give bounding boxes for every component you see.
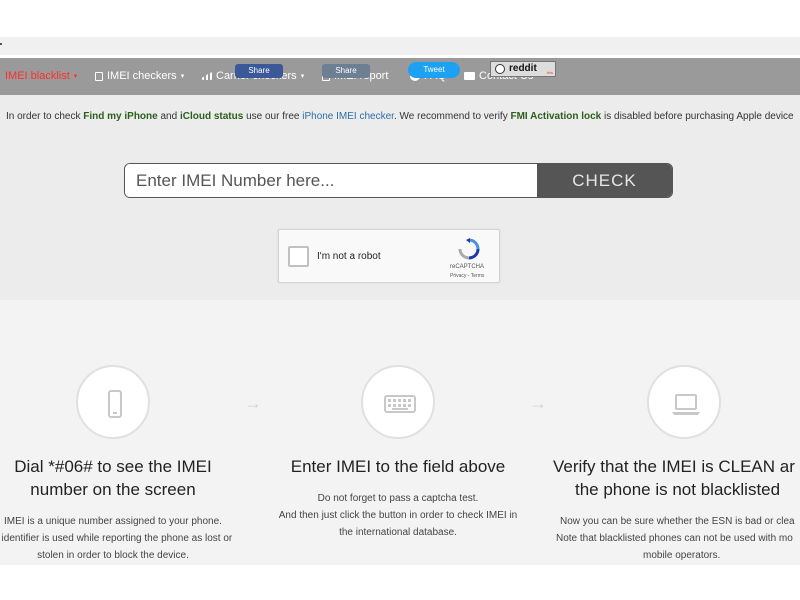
reddit-label: reddit <box>509 63 537 74</box>
envelope-icon <box>464 72 475 80</box>
keyboard-icon <box>384 395 416 413</box>
vk-share-button[interactable]: Share <box>322 64 370 78</box>
step-2-title-line: Enter IMEI to the field above <box>290 457 506 476</box>
intro-text-part: . We recommend to verify <box>393 111 511 122</box>
browser-top-strip <box>0 37 800 55</box>
nav-imei-checkers-label: IMEI checkers <box>107 70 177 82</box>
main-nav: IMEI blacklist ▾ IMEI checkers ▾ Carrier… <box>0 58 800 147</box>
step-3-desc-line: Now you can be sure whether the ESN is b… <box>560 516 795 527</box>
step-2-desc-line: And then just click the button in order … <box>278 510 518 521</box>
step-1-description: IMEI is a unique number assigned to your… <box>0 513 238 564</box>
step-3-title-line: Verify that the IMEI is CLEAN ar <box>553 457 795 476</box>
intro-text-part: is disabled before purchasing Apple devi… <box>601 111 794 122</box>
step-3-desc-line: Note that blacklisted phones can not be … <box>556 533 793 544</box>
step-3-title: Verify that the IMEI is CLEAN ar the pho… <box>545 455 800 501</box>
phone-icon <box>108 390 122 418</box>
recaptcha-checkbox[interactable] <box>288 246 309 267</box>
reddit-share-button[interactable]: reddit this <box>490 61 556 77</box>
chevron-down-icon: ▾ <box>73 73 78 80</box>
mobile-icon <box>95 71 103 81</box>
recaptcha-brand: reCAPTCHA <box>450 264 485 270</box>
chevron-down-icon: ▾ <box>180 73 185 80</box>
step-3-icon-circle <box>647 365 721 439</box>
twitter-tweet-button[interactable]: Tweet <box>408 62 460 78</box>
nav-imei-blacklist-label: IMEI blacklist <box>5 70 70 82</box>
step-2-desc-line: Do not forget to pass a captcha test. <box>317 493 479 504</box>
imei-check-form: CHECK <box>124 163 673 198</box>
intro-text-part: and <box>157 111 180 122</box>
step-3-title-line: the phone is not blacklisted <box>575 480 781 499</box>
chevron-down-icon: ▾ <box>300 73 305 80</box>
step-2-icon-circle <box>361 365 435 439</box>
recaptcha-label: I'm not a robot <box>317 251 381 262</box>
step-1-desc-line: stolen in order to block the device. <box>37 550 189 561</box>
recaptcha-widget: I'm not a robot reCAPTCHA Privacy - Term… <box>278 229 500 283</box>
laptop-icon <box>672 394 700 415</box>
arrow-right-icon: → <box>244 393 262 413</box>
arrow-right-icon: → <box>529 393 547 413</box>
find-my-iphone-text: Find my iPhone <box>83 111 158 122</box>
intro-text-part: use our free <box>243 111 303 122</box>
facebook-share-button[interactable]: Share <box>235 64 283 78</box>
step-1-desc-line: IMEI is a unique number assigned to your… <box>4 516 222 527</box>
step-3-desc-line: mobile operators. <box>643 550 721 561</box>
check-button[interactable]: CHECK <box>537 164 672 197</box>
intro-text-part: In order to check <box>6 111 84 122</box>
strip-dot <box>0 43 2 45</box>
step-1-title: Dial *#06# to see the IMEI number on the… <box>0 455 238 501</box>
intro-text: In order to check Find my iPhone and iCl… <box>6 111 794 122</box>
reddit-alien-icon <box>495 64 505 74</box>
step-3-description: Now you can be sure whether the ESN is b… <box>555 513 800 564</box>
nav-imei-checkers[interactable]: IMEI checkers ▾ <box>95 70 184 82</box>
fmi-activation-lock-text: FMI Activation lock <box>510 111 602 122</box>
iphone-imei-checker-link[interactable]: iPhone IMEI checker <box>302 111 394 122</box>
nav-imei-blacklist[interactable]: IMEI blacklist ▾ <box>5 70 77 82</box>
imei-input[interactable] <box>125 164 537 197</box>
page: IMEI blacklist ▾ IMEI checkers ▾ Carrier… <box>0 0 800 600</box>
step-1-title-line: number on the screen <box>30 480 196 499</box>
step-1-icon-circle <box>76 365 150 439</box>
reddit-beta-label: this <box>546 70 553 75</box>
recaptcha-privacy-terms[interactable]: Privacy - Terms <box>450 273 484 279</box>
step-2-description: Do not forget to pass a captcha test. An… <box>273 490 523 541</box>
page-bottom-blank <box>0 565 800 600</box>
recaptcha-logo-icon <box>458 238 480 260</box>
step-2-title: Enter IMEI to the field above <box>273 455 523 478</box>
signal-bars-icon <box>202 72 212 80</box>
step-1-title-line: Dial *#06# to see the IMEI <box>14 457 212 476</box>
step-1-desc-line: s identifier is used while reporting the… <box>0 533 233 544</box>
icloud-status-text: iCloud status <box>179 111 244 122</box>
step-2-desc-line: the international database. <box>339 527 457 538</box>
